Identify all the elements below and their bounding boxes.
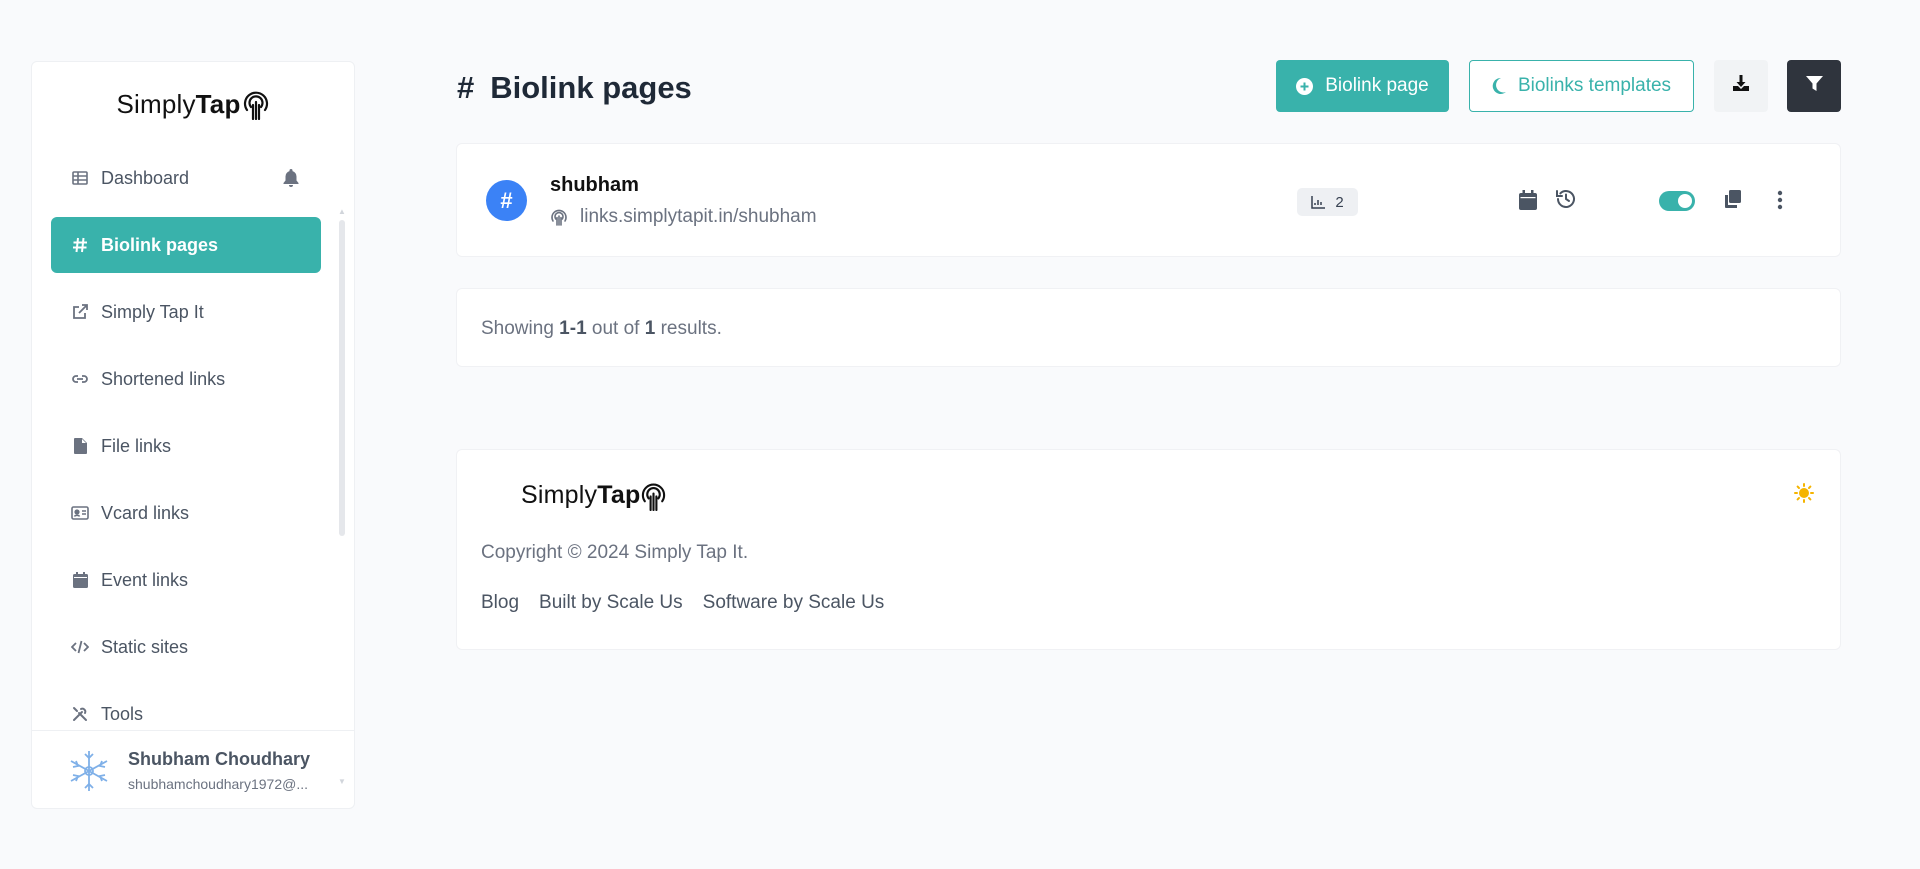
page-title-text: Biolink pages bbox=[490, 70, 692, 105]
sidebar-item-label: Biolink pages bbox=[101, 234, 219, 255]
file-icon bbox=[71, 437, 89, 455]
sidebar-item-label: File links bbox=[101, 435, 172, 456]
link-url-row: links.simplytapit.in/shubham bbox=[550, 206, 817, 228]
sun-icon[interactable] bbox=[1794, 483, 1814, 508]
sidebar-item-label: Tools bbox=[101, 703, 144, 724]
user-profile[interactable]: Shubham Choudhary shubhamchoudhary1972@.… bbox=[32, 730, 354, 810]
user-email: shubhamchoudhary1972@... bbox=[128, 776, 308, 792]
sidebar-item-label: Static sites bbox=[101, 636, 189, 657]
enabled-toggle[interactable] bbox=[1659, 191, 1695, 211]
sidebar-item-event-links[interactable]: Event links bbox=[51, 552, 321, 608]
sidebar-item-shortened-links[interactable]: Shortened links bbox=[51, 351, 321, 407]
sidebar: SimplyTap Dashboard Biolink pages Simply… bbox=[31, 61, 355, 809]
moon-icon bbox=[1492, 78, 1506, 94]
sidebar-item-dashboard[interactable]: Dashboard bbox=[51, 150, 321, 206]
biolinks-templates-label: Biolinks templates bbox=[1517, 75, 1672, 96]
table-row: # shubham links.simplytapit.in/shubham 2 bbox=[456, 143, 1841, 257]
user-name: Shubham Choudhary bbox=[128, 749, 311, 769]
logo-text: SimplyTap bbox=[521, 481, 641, 509]
footer-link-blog[interactable]: Blog bbox=[481, 592, 519, 614]
sidebar-item-static-sites[interactable]: Static sites bbox=[51, 619, 321, 675]
id-card-icon bbox=[71, 504, 89, 522]
toggle-knob bbox=[1678, 194, 1692, 208]
footer-logo[interactable]: SimplyTap bbox=[521, 480, 667, 511]
link-name[interactable]: shubham bbox=[550, 174, 639, 197]
sidebar-item-label: Simply Tap It bbox=[101, 301, 204, 322]
code-icon bbox=[71, 638, 89, 656]
logo-mark-icon bbox=[243, 91, 268, 120]
sidebar-item-vcard-links[interactable]: Vcard links bbox=[51, 485, 321, 541]
create-biolink-label: Biolink page bbox=[1325, 75, 1429, 96]
page-title: # Biolink pages bbox=[457, 70, 692, 106]
footer-link-built-by[interactable]: Built by Scale Us bbox=[539, 592, 683, 614]
link-url[interactable]: links.simplytapit.in/shubham bbox=[580, 206, 817, 228]
logo-text: SimplyTap bbox=[116, 88, 241, 119]
results-text: Showing 1-1 out of 1 results. bbox=[481, 318, 722, 339]
calendar-icon[interactable] bbox=[1519, 190, 1537, 210]
statistics-badge[interactable]: 2 bbox=[1297, 188, 1358, 216]
filter-icon bbox=[1805, 75, 1823, 98]
bell-icon[interactable] bbox=[283, 169, 299, 192]
avatar bbox=[70, 750, 108, 791]
footer-link-software-by[interactable]: Software by Scale Us bbox=[703, 592, 885, 614]
sidebar-item-label: Dashboard bbox=[101, 167, 190, 188]
calendar-icon bbox=[71, 571, 89, 589]
scroll-thumb[interactable] bbox=[339, 220, 345, 536]
link-icon bbox=[71, 370, 89, 388]
biolinks-templates-button[interactable]: Biolinks templates bbox=[1469, 60, 1694, 112]
statistics-count: 2 bbox=[1335, 193, 1344, 211]
sidebar-item-label: Event links bbox=[101, 569, 189, 590]
footer-links: Blog Built by Scale Us Software by Scale… bbox=[481, 592, 904, 614]
create-biolink-button[interactable]: Biolink page bbox=[1276, 60, 1449, 112]
page-title-hash: # bbox=[457, 70, 475, 105]
plus-circle-icon bbox=[1296, 77, 1314, 95]
external-link-icon bbox=[71, 303, 89, 321]
tools-icon bbox=[71, 705, 89, 723]
sidebar-scrollbar[interactable]: ▲ ▼ bbox=[338, 148, 346, 786]
export-button[interactable] bbox=[1714, 60, 1768, 112]
sidebar-item-simply-tap-it[interactable]: Simply Tap It bbox=[51, 284, 321, 340]
filter-button[interactable] bbox=[1787, 60, 1841, 112]
logo-mark-icon bbox=[642, 483, 666, 511]
tap-logo-icon bbox=[550, 208, 568, 226]
download-icon bbox=[1732, 74, 1750, 98]
more-options-icon[interactable] bbox=[1777, 190, 1783, 210]
hashtag-icon bbox=[71, 236, 89, 254]
copyright-text: Copyright © 2024 Simply Tap It. bbox=[481, 542, 749, 563]
hashtag-icon: # bbox=[486, 180, 527, 221]
sidebar-logo[interactable]: SimplyTap bbox=[32, 84, 354, 124]
scroll-up-icon[interactable]: ▲ bbox=[338, 208, 346, 216]
sidebar-item-biolink-pages[interactable]: Biolink pages bbox=[51, 217, 321, 273]
copy-icon[interactable] bbox=[1725, 190, 1741, 208]
sidebar-item-label: Vcard links bbox=[101, 502, 190, 523]
sidebar-item-label: Shortened links bbox=[101, 368, 226, 389]
history-icon[interactable] bbox=[1555, 189, 1577, 209]
table-icon bbox=[71, 169, 89, 187]
footer: SimplyTap Copyright © 2024 Simply Tap It… bbox=[456, 449, 1841, 650]
chart-icon bbox=[1311, 195, 1326, 209]
pagination-summary: Showing 1-1 out of 1 results. bbox=[456, 288, 1841, 367]
sidebar-nav: Dashboard Biolink pages Simply Tap It Sh… bbox=[51, 150, 353, 753]
sidebar-item-file-links[interactable]: File links bbox=[51, 418, 321, 474]
